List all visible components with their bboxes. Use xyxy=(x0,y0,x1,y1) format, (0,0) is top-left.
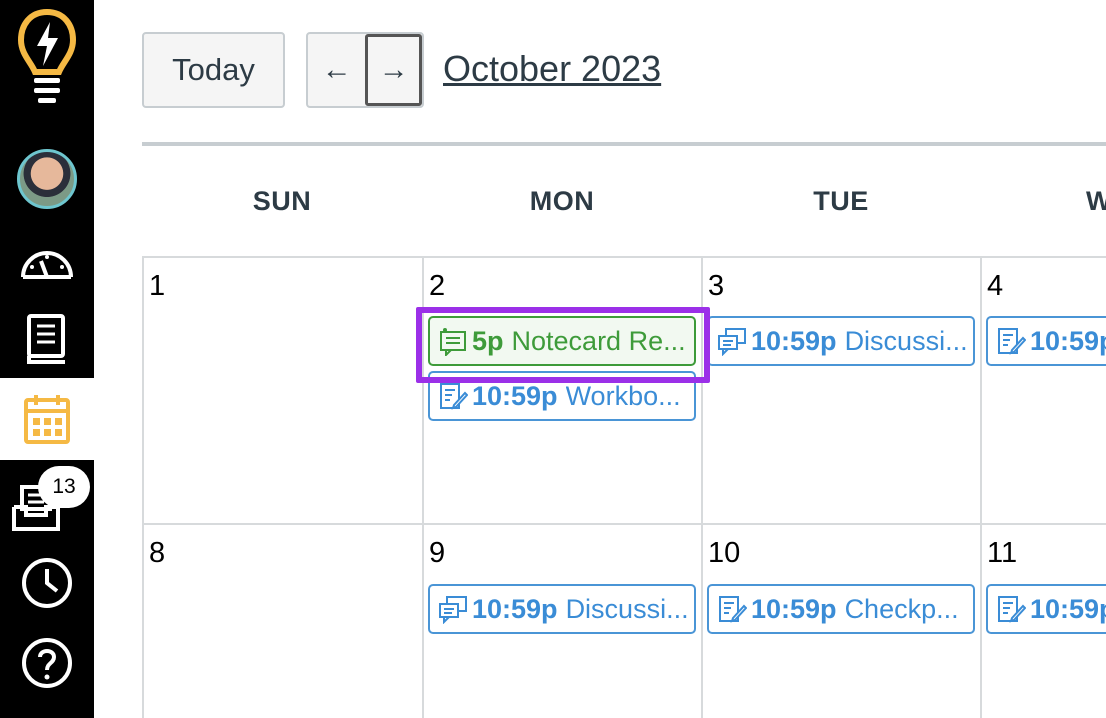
account-avatar[interactable] xyxy=(0,138,94,220)
weekday-header-tue: TUE xyxy=(813,186,869,216)
discussion-icon xyxy=(439,596,467,624)
event-title: Discussi... xyxy=(844,325,968,356)
assignment-icon xyxy=(998,596,1026,623)
next-month-button[interactable]: → xyxy=(365,34,422,106)
grid-line xyxy=(701,256,703,718)
grid-line xyxy=(142,256,1106,258)
lightbulb-logo-icon[interactable] xyxy=(0,0,94,120)
grid-line xyxy=(980,256,982,718)
avatar xyxy=(17,149,77,209)
month-title[interactable]: October 2023 xyxy=(443,48,661,90)
weekday-header-mon: MON xyxy=(529,186,595,216)
event-time: 10:59p xyxy=(1030,325,1106,356)
help-nav-item[interactable] xyxy=(0,622,94,704)
header-divider xyxy=(142,142,1106,146)
today-button[interactable]: Today xyxy=(142,32,285,108)
grid-line xyxy=(422,256,424,718)
calendar-event[interactable]: 10:59p Discussi... xyxy=(428,584,696,634)
day-number[interactable]: 3 xyxy=(708,270,724,303)
calendar-event[interactable]: 10:59p xyxy=(986,584,1106,634)
event-title: Notecard Re... xyxy=(511,325,686,356)
day-number[interactable]: 2 xyxy=(429,270,445,303)
global-nav: 13 xyxy=(0,0,94,718)
calendar-icon xyxy=(24,395,70,444)
event-time: 10:59p xyxy=(751,593,837,624)
grid-line xyxy=(142,256,144,718)
history-nav-item[interactable] xyxy=(0,542,94,624)
day-number[interactable]: 4 xyxy=(987,270,1003,303)
speedometer-icon xyxy=(21,251,73,279)
dashboard-nav-item[interactable] xyxy=(0,222,94,304)
event-title: Discussi... xyxy=(565,593,689,624)
courses-nav-item[interactable] xyxy=(0,298,94,380)
calendar-event[interactable]: 10:59p Discussi... xyxy=(707,316,975,366)
event-time: 10:59p xyxy=(472,380,558,411)
event-time: 5p xyxy=(472,325,504,356)
weekday-header-wed: W xyxy=(1086,186,1106,216)
day-number[interactable]: 8 xyxy=(149,537,165,570)
calendar-nav-item[interactable] xyxy=(0,378,94,460)
assignment-icon xyxy=(719,596,747,623)
day-number[interactable]: 1 xyxy=(149,270,165,303)
weekday-header-sun: SUN xyxy=(252,186,312,216)
calendar-event[interactable]: 10:59p Workbo... xyxy=(428,371,696,421)
discussion-page-icon xyxy=(440,328,466,356)
inbox-unread-badge: 13 xyxy=(38,466,90,508)
assignment-icon xyxy=(440,383,468,410)
previous-month-button[interactable]: ← xyxy=(308,34,365,106)
grid-line xyxy=(142,523,1106,525)
day-number[interactable]: 10 xyxy=(708,537,740,570)
event-time: 10:59p xyxy=(1030,593,1106,624)
inbox-nav-item[interactable]: 13 xyxy=(0,460,94,542)
assignment-icon xyxy=(998,328,1026,355)
event-time: 10:59p xyxy=(751,325,837,356)
clock-icon xyxy=(22,558,72,608)
day-number[interactable]: 9 xyxy=(429,537,445,570)
help-icon xyxy=(22,638,72,688)
calendar-event[interactable]: 10:59p Checkp... xyxy=(707,584,975,634)
event-title: Checkp... xyxy=(844,593,959,624)
event-time: 10:59p xyxy=(472,593,558,624)
calendar-event[interactable]: 5p Notecard Re... xyxy=(428,316,696,366)
discussion-icon xyxy=(718,328,746,356)
event-title: Workbo... xyxy=(565,380,681,411)
book-icon xyxy=(27,314,65,364)
month-navigation: ← → xyxy=(306,32,424,108)
calendar-event[interactable]: 10:59p xyxy=(986,316,1106,366)
day-number[interactable]: 11 xyxy=(987,537,1017,570)
